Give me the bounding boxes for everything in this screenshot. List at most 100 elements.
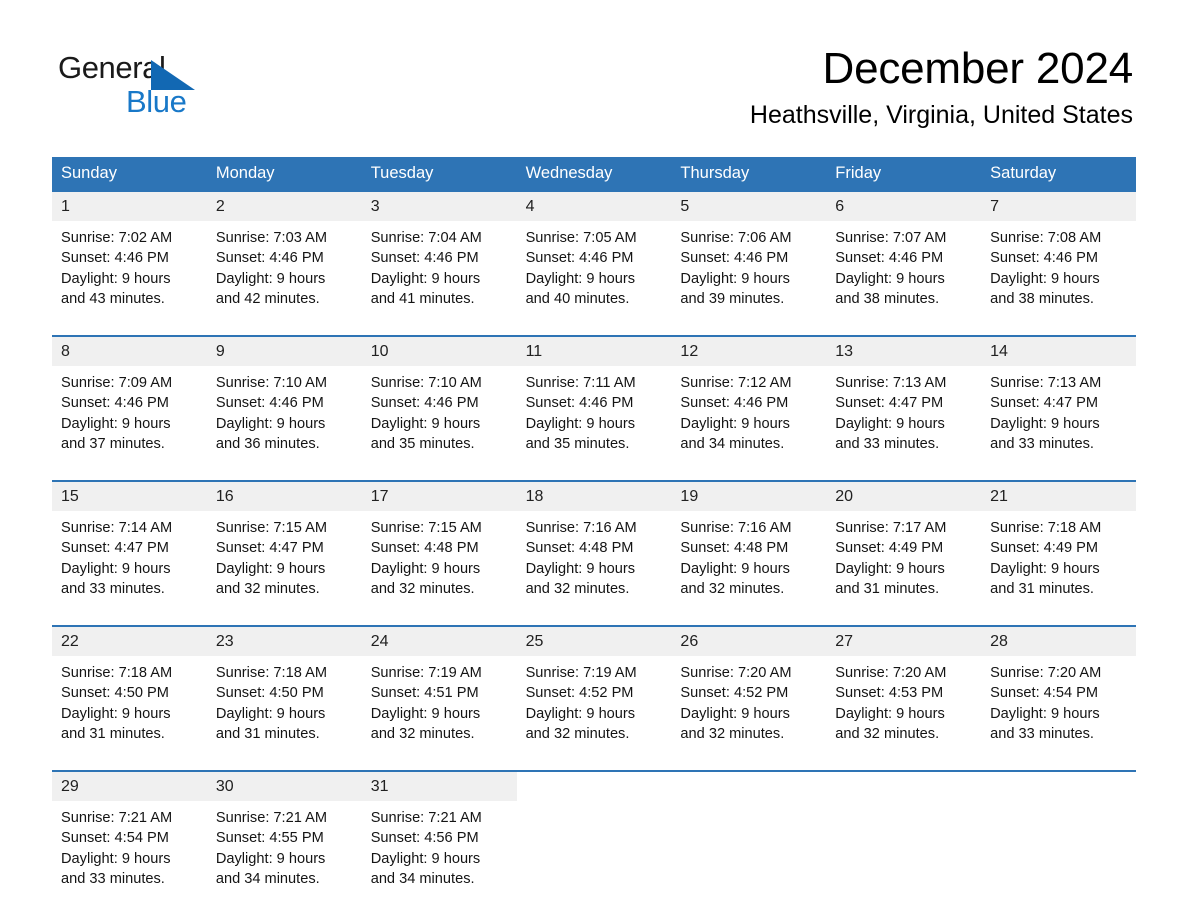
daylight-duration-line2: and 38 minutes.: [990, 290, 1094, 307]
day-number: 2: [206, 191, 362, 222]
sunset-time: Sunset: 4:46 PM: [680, 395, 789, 412]
day-info: Sunrise: 7:18 AM Sunset: 4:50 PM Daylight:…: [207, 656, 362, 744]
daylight-duration-line1: Daylight: 9 hours: [370, 560, 481, 577]
day-cell[interactable]: 12 Sunrise: 7:12 AM Sunset: 4:46 PM Dayligh…: [671, 336, 827, 471]
sunset-time: Sunset: 4:46 PM: [215, 250, 324, 267]
daylight-duration-line1: Daylight: 9 hours: [370, 850, 481, 867]
sunrise-time: Sunrise: 7:18 AM: [61, 665, 173, 682]
day-number: 19: [671, 481, 827, 512]
day-cell[interactable]: 24 Sunrise: 7:19 AM Sunset: 4:51 PM Dayligh…: [361, 626, 517, 761]
sunset-time: Sunset: 4:54 PM: [61, 830, 169, 847]
day-cell[interactable]: 29 Sunrise: 7:21 AM Sunset: 4:54 PM Dayligh…: [52, 771, 207, 906]
sunset-time: Sunset: 4:47 PM: [835, 395, 944, 412]
daylight-duration-line1: Daylight: 9 hours: [835, 705, 945, 722]
day-number: 1: [52, 191, 207, 222]
daylight-duration-line1: Daylight: 9 hours: [61, 850, 171, 867]
day-cell[interactable]: 31 Sunrise: 7:21 AM Sunset: 4:56 PM Dayligh…: [361, 771, 517, 906]
location-subtitle: Heathsville, Virginia, United States: [749, 101, 1133, 130]
general-blue-logo[interactable]: General Blue: [58, 52, 258, 124]
sunset-time: Sunset: 4:51 PM: [370, 685, 479, 702]
daylight-duration-line1: Daylight: 9 hours: [835, 270, 945, 287]
day-cell[interactable]: 23 Sunrise: 7:18 AM Sunset: 4:50 PM Dayligh…: [206, 626, 362, 761]
day-cell[interactable]: 6 Sunrise: 7:07 AM Sunset: 4:46 PM Daylight…: [826, 191, 982, 326]
day-cell[interactable]: 28 Sunrise: 7:20 AM Sunset: 4:54 PM Dayligh…: [981, 626, 1136, 761]
daylight-duration-line2: and 36 minutes.: [215, 435, 320, 452]
day-cell[interactable]: 21 Sunrise: 7:18 AM Sunset: 4:49 PM Dayligh…: [981, 481, 1136, 616]
day-cell[interactable]: 5 Sunrise: 7:06 AM Sunset: 4:46 PM Daylight…: [671, 191, 827, 326]
sunrise-time: Sunrise: 7:18 AM: [990, 520, 1102, 537]
daylight-duration-line2: and 33 minutes.: [61, 870, 165, 887]
day-info: Sunrise: 7:04 AM Sunset: 4:46 PM Daylight:…: [362, 221, 517, 309]
day-cell[interactable]: 22 Sunrise: 7:18 AM Sunset: 4:50 PM Dayligh…: [52, 626, 207, 761]
day-cell[interactable]: 4 Sunrise: 7:05 AM Sunset: 4:46 PM Daylight…: [516, 191, 672, 326]
day-number: 28: [981, 626, 1136, 657]
daylight-duration-line1: Daylight: 9 hours: [370, 415, 481, 432]
sunrise-time: Sunrise: 7:15 AM: [215, 520, 327, 537]
sunset-time: Sunset: 4:46 PM: [835, 250, 944, 267]
day-number: 15: [52, 481, 207, 512]
day-cell[interactable]: 14 Sunrise: 7:13 AM Sunset: 4:47 PM Dayligh…: [981, 336, 1136, 471]
day-info: Sunrise: 7:09 AM Sunset: 4:46 PM Daylight:…: [52, 366, 207, 454]
sunrise-time: Sunrise: 7:20 AM: [835, 665, 947, 682]
sunset-time: Sunset: 4:46 PM: [370, 395, 479, 412]
day-info: Sunrise: 7:10 AM Sunset: 4:46 PM Daylight:…: [207, 366, 362, 454]
day-cell[interactable]: 30 Sunrise: 7:21 AM Sunset: 4:55 PM Dayligh…: [206, 771, 362, 906]
week-row: 29 Sunrise: 7:21 AM Sunset: 4:54 PM Dayligh…: [52, 769, 1136, 906]
daylight-duration-line1: Daylight: 9 hours: [680, 270, 790, 287]
day-info: Sunrise: 7:18 AM Sunset: 4:50 PM Daylight:…: [52, 656, 207, 744]
daylight-duration-line1: Daylight: 9 hours: [215, 850, 326, 867]
sunrise-time: Sunrise: 7:18 AM: [215, 665, 327, 682]
daylight-duration-line2: and 31 minutes.: [990, 580, 1094, 597]
daylight-duration-line2: and 32 minutes.: [215, 580, 320, 597]
day-cell-empty: [826, 771, 982, 906]
daylight-duration-line1: Daylight: 9 hours: [835, 560, 945, 577]
day-info: Sunrise: 7:19 AM Sunset: 4:52 PM Daylight:…: [517, 656, 672, 744]
day-cell[interactable]: 27 Sunrise: 7:20 AM Sunset: 4:53 PM Dayligh…: [826, 626, 982, 761]
day-cell[interactable]: 18 Sunrise: 7:16 AM Sunset: 4:48 PM Dayligh…: [516, 481, 672, 616]
day-number: 18: [516, 481, 672, 512]
day-cell[interactable]: 25 Sunrise: 7:19 AM Sunset: 4:52 PM Dayligh…: [516, 626, 672, 761]
day-number: 10: [361, 336, 517, 367]
day-number: 4: [516, 191, 672, 222]
day-cell-empty: [671, 771, 827, 906]
day-number: 14: [981, 336, 1136, 367]
day-cell[interactable]: 20 Sunrise: 7:17 AM Sunset: 4:49 PM Dayligh…: [826, 481, 982, 616]
sunrise-time: Sunrise: 7:21 AM: [215, 810, 327, 827]
day-cell[interactable]: 10 Sunrise: 7:10 AM Sunset: 4:46 PM Dayligh…: [361, 336, 517, 471]
day-cell[interactable]: 19 Sunrise: 7:16 AM Sunset: 4:48 PM Dayligh…: [671, 481, 827, 616]
daylight-duration-line1: Daylight: 9 hours: [680, 705, 790, 722]
weekday-header-thursday: Thursday: [680, 164, 750, 182]
sunrise-time: Sunrise: 7:03 AM: [215, 230, 327, 247]
day-cell[interactable]: 2 Sunrise: 7:03 AM Sunset: 4:46 PM Daylight…: [206, 191, 362, 326]
sunrise-time: Sunrise: 7:13 AM: [990, 375, 1102, 392]
daylight-duration-line2: and 31 minutes.: [61, 725, 165, 742]
day-cell[interactable]: 8 Sunrise: 7:09 AM Sunset: 4:46 PM Daylight…: [52, 336, 207, 471]
day-cell[interactable]: 17 Sunrise: 7:15 AM Sunset: 4:48 PM Dayligh…: [361, 481, 517, 616]
daylight-duration-line2: and 39 minutes.: [680, 290, 785, 307]
day-number: 5: [671, 191, 827, 222]
day-cell[interactable]: 11 Sunrise: 7:11 AM Sunset: 4:46 PM Dayligh…: [516, 336, 672, 471]
day-cell[interactable]: 26 Sunrise: 7:20 AM Sunset: 4:52 PM Dayligh…: [671, 626, 827, 761]
day-cell[interactable]: 15 Sunrise: 7:14 AM Sunset: 4:47 PM Dayligh…: [52, 481, 207, 616]
sunrise-time: Sunrise: 7:16 AM: [680, 520, 792, 537]
week-row: 22 Sunrise: 7:18 AM Sunset: 4:50 PM Dayligh…: [52, 624, 1136, 761]
daylight-duration-line1: Daylight: 9 hours: [215, 560, 326, 577]
daylight-duration-line2: and 34 minutes.: [680, 435, 785, 452]
sunrise-time: Sunrise: 7:06 AM: [680, 230, 792, 247]
day-cell[interactable]: 16 Sunrise: 7:15 AM Sunset: 4:47 PM Dayligh…: [206, 481, 362, 616]
daylight-duration-line2: and 35 minutes.: [525, 435, 630, 452]
day-cell[interactable]: 13 Sunrise: 7:13 AM Sunset: 4:47 PM Dayligh…: [826, 336, 982, 471]
daylight-duration-line2: and 31 minutes.: [215, 725, 320, 742]
day-number: 7: [981, 191, 1136, 222]
day-cell[interactable]: 3 Sunrise: 7:04 AM Sunset: 4:46 PM Daylight…: [361, 191, 517, 326]
day-cell[interactable]: 1 Sunrise: 7:02 AM Sunset: 4:46 PM Daylight…: [52, 191, 207, 326]
day-number: [671, 771, 827, 798]
calendar-grid: Sunday Monday Tuesday Wednesday Thursday Frid…: [52, 157, 1136, 906]
sunset-time: Sunset: 4:55 PM: [215, 830, 324, 847]
sunrise-time: Sunrise: 7:21 AM: [370, 810, 482, 827]
daylight-duration-line1: Daylight: 9 hours: [370, 705, 481, 722]
day-cell[interactable]: 9 Sunrise: 7:10 AM Sunset: 4:46 PM Daylight…: [206, 336, 362, 471]
daylight-duration-line2: and 40 minutes.: [525, 290, 630, 307]
daylight-duration-line2: and 32 minutes.: [370, 580, 475, 597]
day-cell[interactable]: 7 Sunrise: 7:08 AM Sunset: 4:46 PM Daylight…: [981, 191, 1136, 326]
